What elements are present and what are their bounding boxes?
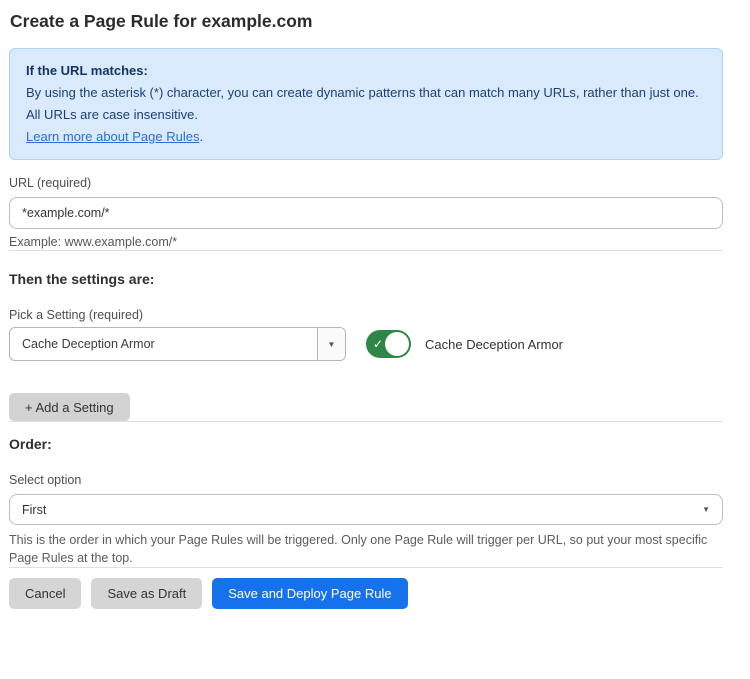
order-helper-text: This is the order in which your Page Rul… <box>9 531 709 567</box>
order-section-heading: Order: <box>9 436 723 453</box>
setting-picker-dropdown[interactable]: Cache Deception Armor ▼ <box>9 327 346 361</box>
setting-row: Cache Deception Armor ▼ ✓ Cache Deceptio… <box>9 327 723 361</box>
check-icon: ✓ <box>373 338 383 350</box>
save-as-draft-button[interactable]: Save as Draft <box>91 578 202 609</box>
page-title: Create a Page Rule for example.com <box>10 10 723 32</box>
toggle-knob <box>385 332 409 356</box>
url-field-helper: Example: www.example.com/* <box>9 235 723 250</box>
order-select-dropdown[interactable]: First ▼ <box>9 494 723 525</box>
setting-picker-label: Pick a Setting (required) <box>9 308 723 323</box>
chevron-down-icon: ▼ <box>702 505 710 514</box>
link-suffix: . <box>199 129 203 144</box>
learn-more-link[interactable]: Learn more about Page Rules <box>26 129 199 144</box>
url-match-info-box: If the URL matches: By using the asteris… <box>9 48 723 160</box>
footer-actions: Cancel Save as Draft Save and Deploy Pag… <box>9 578 723 609</box>
url-field-label: URL (required) <box>9 176 723 191</box>
add-setting-button[interactable]: + Add a Setting <box>9 393 130 421</box>
setting-toggle-label: Cache Deception Armor <box>425 337 563 352</box>
order-select-value: First <box>22 503 702 517</box>
setting-picker-arrow-button[interactable]: ▼ <box>317 328 345 360</box>
info-box-heading: If the URL matches: <box>26 60 706 82</box>
divider <box>9 421 723 422</box>
chevron-down-icon: ▼ <box>328 340 336 349</box>
info-box-body: By using the asterisk (*) character, you… <box>26 82 706 126</box>
cancel-button[interactable]: Cancel <box>9 578 81 609</box>
divider <box>9 250 723 251</box>
info-box-link-line: Learn more about Page Rules. <box>26 126 706 148</box>
divider <box>9 567 723 568</box>
setting-picker-value: Cache Deception Armor <box>10 328 317 360</box>
page-rule-form: Create a Page Rule for example.com If th… <box>0 0 750 609</box>
setting-toggle[interactable]: ✓ <box>366 330 411 358</box>
url-input[interactable] <box>9 197 723 229</box>
settings-section-heading: Then the settings are: <box>9 271 723 288</box>
order-select-label: Select option <box>9 473 723 488</box>
save-and-deploy-button[interactable]: Save and Deploy Page Rule <box>212 578 407 609</box>
